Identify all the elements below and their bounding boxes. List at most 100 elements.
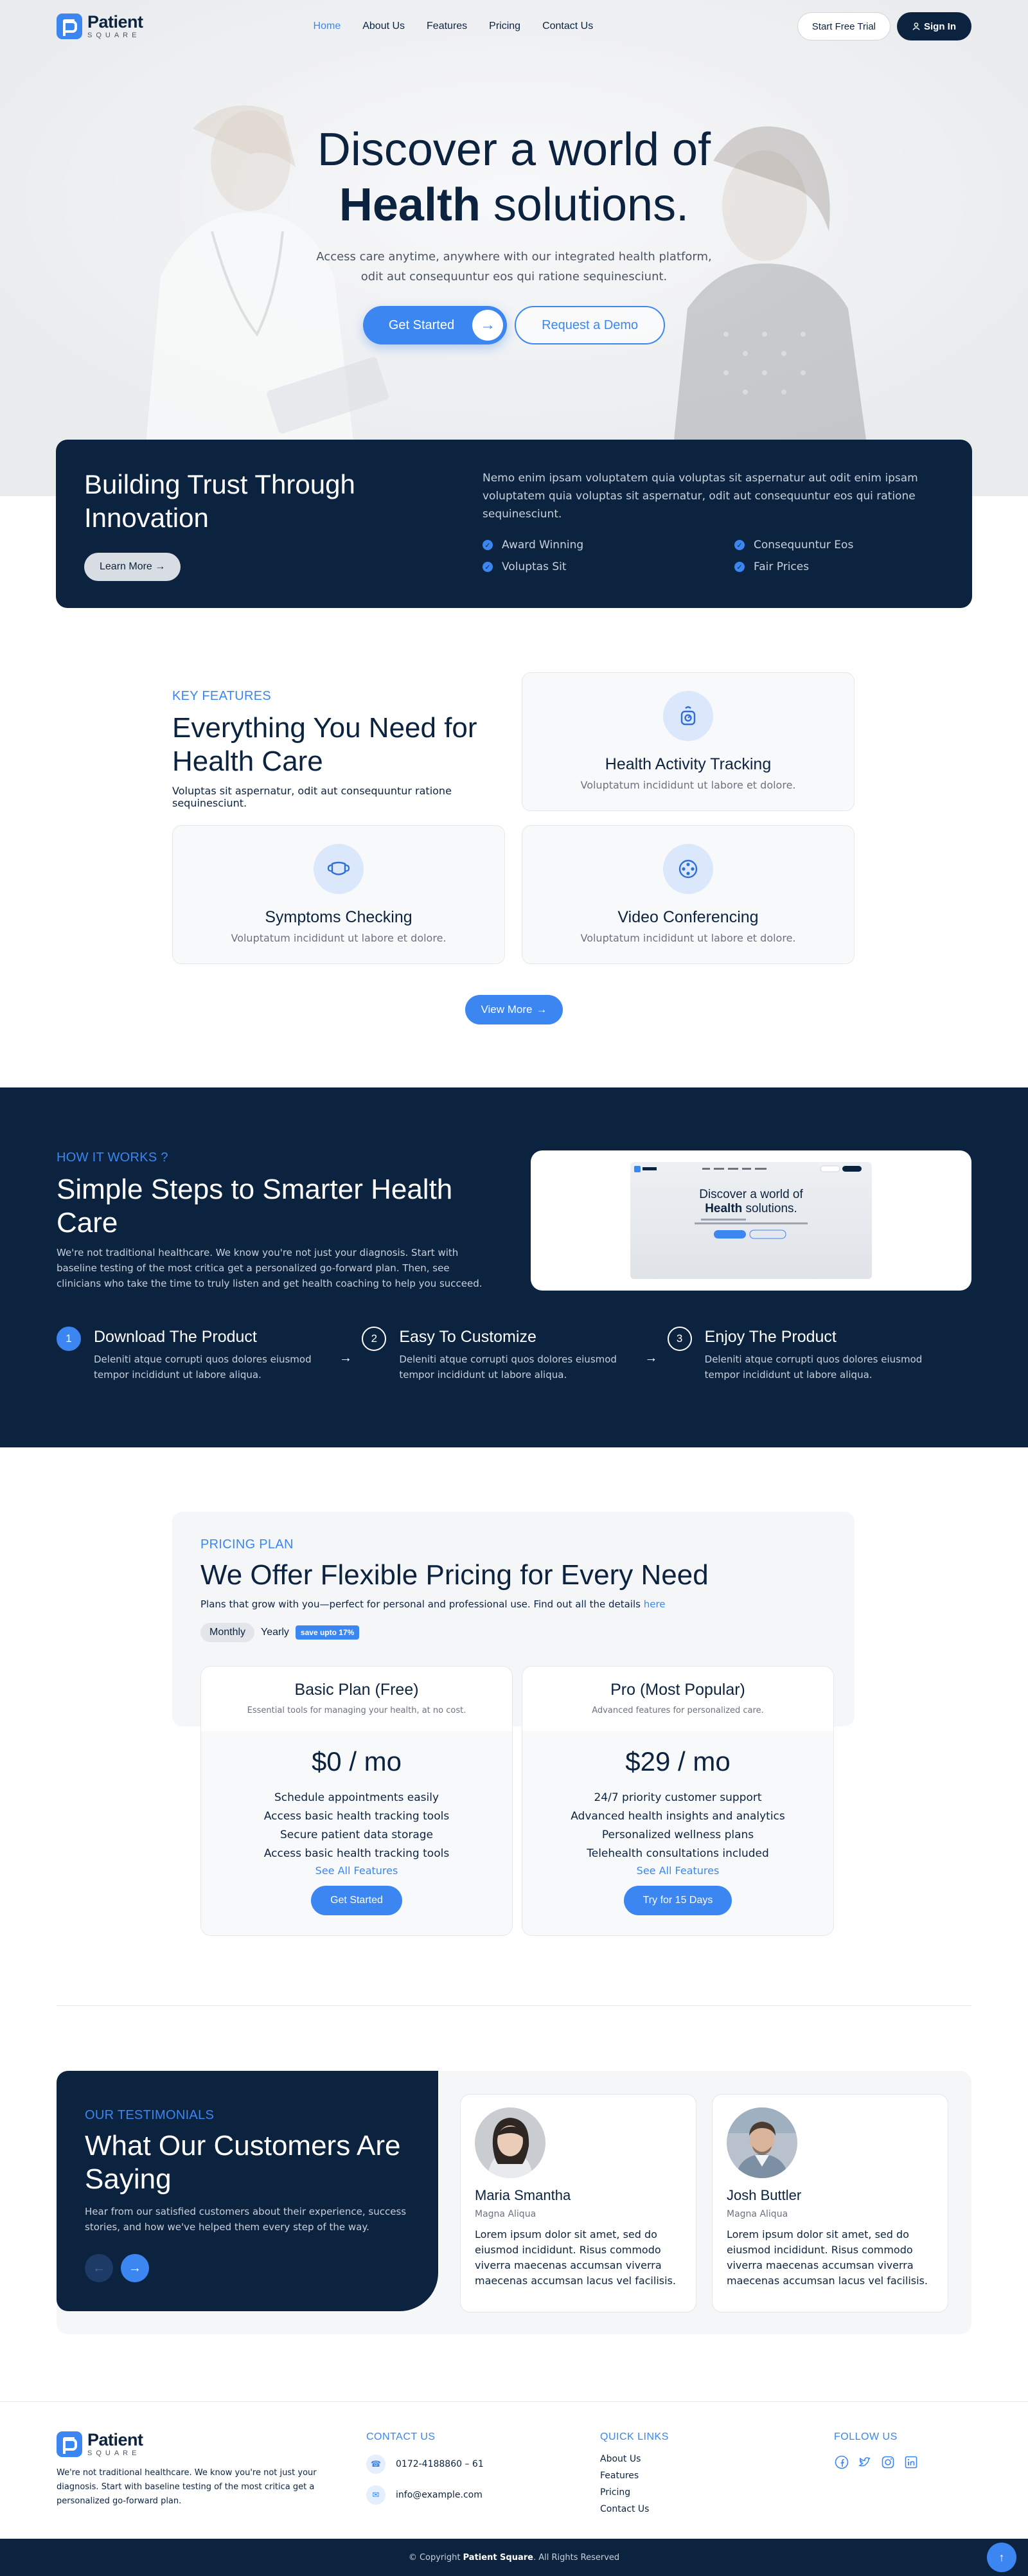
plan-feature: Access basic health tracking tools [263, 1847, 450, 1860]
nav-features[interactable]: Features [427, 21, 467, 32]
footer-link-contact[interactable]: Contact Us [600, 2501, 669, 2518]
pricing-details-link[interactable]: here [644, 1598, 666, 1610]
trust-title: Building Trust Through Innovation [84, 469, 355, 533]
learn-more-label: Learn More [100, 561, 152, 572]
arrow-right-icon[interactable]: → [121, 2254, 149, 2282]
plan-price-amount: $29 [625, 1746, 671, 1776]
copyright-suffix: . All Rights Reserved [533, 2552, 620, 2563]
email-text: info@example.com [396, 2490, 483, 2500]
footer-link-about[interactable]: About Us [600, 2451, 669, 2467]
nav-home[interactable]: Home [314, 21, 341, 32]
plan-price-period: / mo [670, 1746, 731, 1776]
plan-feature: Personalized wellness plans [601, 1829, 754, 1841]
testimonial-name: Maria Smantha [475, 2187, 571, 2203]
arrow-left-icon[interactable]: ← [85, 2254, 113, 2282]
plan-name: Pro (Most Popular) [610, 1681, 745, 1699]
trust-list: ✓ Award Winning ✓ Consequuntur Eos ✓ Volupt… [483, 539, 944, 573]
start-free-trial-button[interactable]: Start Free Trial [797, 12, 891, 40]
copyright-brand: Patient Square [463, 2552, 533, 2563]
twitter-icon[interactable] [857, 2455, 873, 2470]
plan-feature: 24/7 priority customer support [594, 1791, 762, 1804]
preview-bold: Health [705, 1202, 743, 1215]
trust-card: Building Trust Through Innovation Learn … [56, 440, 972, 608]
plan-feature: Telehealth consultations included [587, 1847, 769, 1860]
steps-list: 1 Download The Product Deleniti atque co… [57, 1327, 973, 1382]
phone-icon: ☎ [366, 2455, 386, 2474]
feature-card-text: Voluptatum incididunt ut labore et dolor… [580, 779, 796, 791]
toggle-yearly[interactable]: Yearly [261, 1627, 289, 1638]
pricing-title: We Offer Flexible Pricing for Every Need [200, 1559, 709, 1591]
preview-line1: Discover a world of [699, 1188, 803, 1201]
see-all-features-link[interactable]: See All Features [522, 1865, 833, 1877]
view-more-button[interactable]: View More → [465, 995, 563, 1024]
footer-link-pricing[interactable]: Pricing [600, 2484, 669, 2501]
brand-logo[interactable]: Patient SQUARE [57, 13, 143, 39]
hero-title-rest: solutions. [480, 179, 689, 231]
testimonial-quote: Lorem ipsum dolor sit amet, sed do eiusm… [475, 2228, 676, 2287]
plan-name: Basic Plan (Free) [294, 1681, 419, 1699]
plan-features: 24/7 priority customer support Advanced … [522, 1789, 833, 1863]
step-item: 1 Download The Product Deleniti atque co… [57, 1327, 362, 1382]
how-text: We're not traditional healthcare. We kno… [57, 1247, 483, 1289]
footer-logo[interactable]: Patient SQUARE [57, 2431, 347, 2457]
section-divider [57, 2005, 971, 2006]
how-it-works-section: HOW IT WORKS ? Simple Steps to Smarter H… [0, 1087, 1028, 1447]
scroll-to-top-button[interactable]: ↑ [987, 2543, 1016, 2572]
arrow-right-icon: → [339, 1351, 352, 1365]
plan-try-button[interactable]: Try for 15 Days [623, 1886, 732, 1915]
brand-sub: SQUARE [87, 31, 141, 39]
plan-price: $29 / mo [522, 1746, 833, 1777]
see-all-features-link[interactable]: See All Features [201, 1865, 512, 1877]
trust-item-label: Voluptas Sit [502, 560, 567, 573]
feature-card-video-conferencing[interactable]: Video Conferencing Voluptatum incididunt… [522, 825, 855, 964]
feature-card-symptoms-checking[interactable]: Symptoms Checking Voluptatum incididunt … [172, 825, 505, 964]
trust-item-label: Consequuntur Eos [754, 539, 854, 551]
check-icon: ✓ [483, 540, 493, 550]
contact-email[interactable]: ✉ info@example.com [366, 2485, 484, 2505]
film-reel-icon [663, 844, 713, 894]
arrow-up-icon: ↑ [998, 2550, 1005, 2564]
check-icon: ✓ [483, 562, 493, 572]
testimonial-quote: Lorem ipsum dolor sit amet, sed do eiusm… [727, 2228, 928, 2287]
sign-in-button[interactable]: Sign In [897, 12, 971, 40]
logo-mark-icon [57, 2431, 82, 2457]
main-menu: Home About Us Features Pricing Contact U… [314, 21, 594, 32]
trust-list-item: ✓ Award Winning [483, 539, 734, 551]
request-demo-button[interactable]: Request a Demo [515, 306, 666, 344]
check-icon: ✓ [734, 540, 745, 550]
hero-subtitle-line2: odit aut consequuntur eos qui ratione se… [360, 270, 668, 283]
hero-title-line1: Discover a world of [317, 124, 711, 175]
plan-desc: Essential tools for managing your health… [247, 1706, 466, 1715]
contact-heading: CONTACT US [366, 2431, 436, 2442]
instagram-icon[interactable] [880, 2455, 896, 2470]
product-preview-card: Discover a world of Health solutions. [531, 1150, 971, 1291]
feature-card-activity-tracking[interactable]: Health Activity Tracking Voluptatum inci… [522, 672, 855, 811]
view-more-label: View More [481, 1003, 533, 1015]
plan-feature: Advanced health insights and analytics [571, 1810, 785, 1823]
hero-subtitle-line1: Access care anytime, anywhere with our i… [316, 250, 712, 264]
get-started-label: Get Started [388, 318, 455, 332]
nav-about-us[interactable]: About Us [362, 21, 405, 32]
facebook-icon[interactable] [834, 2455, 849, 2470]
plan-get-started-button[interactable]: Get Started [311, 1886, 402, 1915]
arrow-right-icon: → [155, 561, 166, 572]
footer-link-features[interactable]: Features [600, 2467, 669, 2484]
hero-title: Discover a world of Health solutions. [0, 122, 1028, 233]
features-title: Everything You Need for Health Care [172, 712, 477, 777]
check-icon: ✓ [734, 562, 745, 572]
linkedin-icon[interactable] [903, 2455, 919, 2470]
nav-contact-us[interactable]: Contact Us [542, 21, 593, 32]
learn-more-button[interactable]: Learn More → [84, 553, 181, 581]
hero-subtitle: Access care anytime, anywhere with our i… [0, 247, 1028, 287]
feature-card-title: Symptoms Checking [265, 908, 412, 926]
step-text: Deleniti atque corrupti quos dolores eiu… [94, 1354, 312, 1381]
testimonial-name: Josh Buttler [727, 2187, 802, 2203]
arrow-right-icon: → [472, 310, 504, 341]
get-started-button[interactable]: Get Started → [362, 306, 508, 344]
top-navbar: Patient SQUARE Home About Us Features Pr… [0, 0, 1028, 53]
trust-list-item: ✓ Consequuntur Eos [734, 539, 927, 551]
avatar [727, 2107, 797, 2178]
nav-pricing[interactable]: Pricing [489, 21, 520, 32]
contact-phone[interactable]: ☎ 0172-4188860 – 61 [366, 2455, 484, 2474]
toggle-monthly[interactable]: Monthly [200, 1623, 255, 1642]
